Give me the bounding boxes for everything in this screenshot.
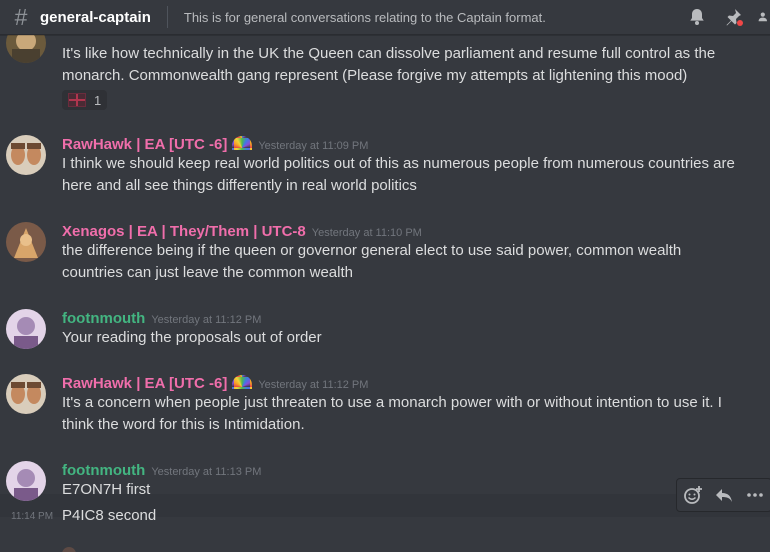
avatar[interactable] [6, 222, 46, 262]
timestamp[interactable]: Yesterday at 11:09 PM [258, 140, 368, 152]
username[interactable]: footnmouth [62, 310, 145, 327]
username[interactable]: RawHawk | EA [UTC -6] [62, 375, 227, 392]
reply-icon[interactable] [712, 483, 736, 507]
more-icon[interactable] [743, 483, 767, 507]
message-header: RawHawk | EA [UTC -6] Yesterday at 11:09 … [62, 136, 368, 154]
timestamp[interactable]: Yesterday at 11:13 PM [151, 466, 261, 478]
message-list[interactable]: It's like how technically in the UK the … [0, 35, 770, 552]
message-content: Your reading the proposals out of order [62, 329, 322, 346]
message-header: Xenagos | EA | They/Them | UTC-8 Yesterda… [62, 223, 422, 241]
message-header: RawHawk | EA [UTC -6] Yesterday at 11:12 … [62, 375, 368, 393]
message-content: It's a concern when people just threaten… [62, 394, 722, 433]
avatar[interactable] [6, 135, 46, 175]
message-content: I think we should keep real world politi… [62, 155, 735, 194]
channel-hash-icon: # [14, 4, 28, 30]
bell-icon[interactable] [686, 6, 708, 28]
message-header: footnmouth Yesterday at 11:12 PM [62, 310, 261, 328]
members-icon[interactable] [758, 6, 770, 28]
username[interactable]: RawHawk | EA [UTC -6] [62, 136, 227, 153]
message-content: P4IC8 second [62, 507, 157, 524]
rainbow-emoji-icon [232, 136, 253, 150]
inline-timestamp[interactable]: 11:14 PM [11, 511, 53, 522]
message-content: E7ON7H first [62, 481, 151, 498]
reaction-pill[interactable]: 1 [62, 90, 108, 110]
avatar [62, 547, 76, 552]
timestamp[interactable]: Yesterday at 11:10 PM [312, 227, 422, 239]
avatar[interactable] [6, 309, 46, 349]
header-divider [166, 6, 168, 28]
add-reaction-icon[interactable] [681, 483, 705, 507]
flag-gb-icon [68, 93, 86, 107]
username[interactable]: footnmouth [62, 462, 145, 479]
message-actions-toolbar [676, 478, 770, 512]
avatar[interactable] [6, 35, 46, 63]
reaction-count: 1 [94, 92, 102, 108]
avatar[interactable] [6, 374, 46, 414]
avatar[interactable] [6, 461, 46, 501]
channel-topic[interactable]: This is for general conversations relati… [184, 10, 546, 25]
channel-header: # general-captain This is for general co… [0, 0, 770, 35]
channel-name[interactable]: general-captain [40, 9, 151, 26]
message-content: the difference being if the queen or gov… [62, 242, 682, 281]
timestamp[interactable]: Yesterday at 11:12 PM [258, 379, 368, 391]
rainbow-emoji-icon [232, 375, 253, 389]
username[interactable]: Xenagos | EA | They/Them | UTC-8 [62, 223, 306, 240]
message-content: It's like how technically in the UK the … [62, 45, 716, 84]
header-toolbar [686, 0, 770, 34]
message-header: footnmouth Yesterday at 11:13 PM [62, 462, 261, 480]
timestamp[interactable]: Yesterday at 11:12 PM [151, 314, 261, 326]
pin-icon[interactable] [722, 6, 744, 28]
